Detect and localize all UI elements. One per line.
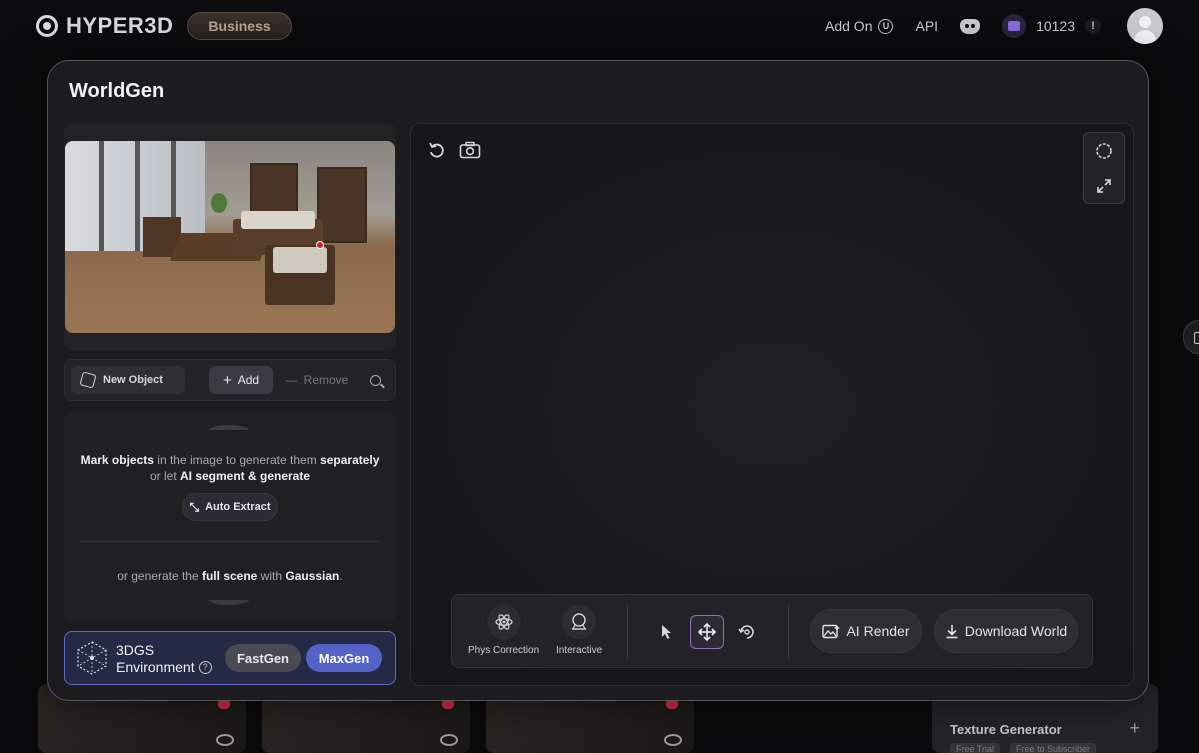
top-right-nav: Add On U API 10123 ! [825, 8, 1163, 44]
new-object-label: New Object [103, 374, 163, 386]
viewport-side-controls [1083, 132, 1125, 204]
auto-extract-button[interactable]: ⤡ Auto Extract [182, 493, 278, 521]
new-object-button[interactable]: New Object [71, 366, 185, 394]
interactive-tool[interactable]: Interactive [556, 605, 602, 656]
reset-icon[interactable] [427, 140, 447, 160]
divider [80, 541, 380, 542]
download-world-label: Download World [964, 623, 1068, 639]
orbit-button[interactable] [1084, 133, 1124, 168]
interactive-label: Interactive [556, 645, 603, 656]
tag: Free Trial [950, 743, 1001, 753]
gaussian-splat-icon [77, 641, 107, 675]
remove-label: Remove [303, 373, 349, 387]
add-on-label: Add On [825, 18, 873, 34]
eye-icon[interactable] [216, 734, 234, 746]
logo-icon [36, 15, 58, 37]
toolbar-divider [627, 605, 628, 659]
discord-icon[interactable] [960, 18, 981, 34]
image-icon [822, 624, 841, 638]
plus-icon: + [222, 371, 232, 389]
image-preview-panel [64, 123, 396, 351]
eye-icon[interactable] [440, 734, 458, 746]
texture-generator-label: Texture Generator [950, 722, 1062, 737]
atom-icon [494, 614, 513, 630]
modal-title: WorldGen [69, 80, 165, 102]
credits-value: 10123 [1036, 18, 1075, 34]
download-icon [946, 624, 958, 638]
expand-icon [1097, 178, 1111, 193]
ai-render-button[interactable]: AI Render [810, 609, 922, 653]
orbit-icon [1096, 142, 1112, 159]
maxgen-button[interactable]: MaxGen [306, 644, 382, 672]
plan-badge[interactable]: Business [187, 12, 292, 40]
move-tool[interactable] [690, 615, 724, 649]
wallet-icon [1002, 14, 1027, 38]
worldgen-modal: WorldGen New Object + Add — Remove Mark … [47, 60, 1149, 701]
credits-display[interactable]: 10123 ! [1002, 14, 1101, 38]
add-button[interactable]: + Add [209, 366, 273, 394]
magic-wand-icon: ⤡ [189, 499, 200, 514]
toolbar-divider [788, 605, 789, 659]
minus-icon: — [285, 373, 298, 387]
camera-icon[interactable] [459, 141, 481, 159]
download-world-button[interactable]: Download World [934, 609, 1078, 653]
avatar[interactable] [1127, 8, 1163, 44]
zoom-button[interactable] [361, 366, 389, 394]
unreal-icon: U [878, 18, 894, 34]
fastgen-button[interactable]: FastGen [225, 644, 301, 672]
zoom-icon [369, 374, 381, 386]
interactive-icon [572, 613, 587, 630]
auto-extract-label: Auto Extract [205, 501, 271, 513]
object-marker[interactable] [316, 241, 324, 249]
add-on-link[interactable]: Add On U [825, 18, 894, 34]
environment-subtitle: Environment ? [116, 659, 212, 675]
instructions-panel: Mark objects in the image to generate th… [64, 411, 396, 623]
environment-generator: 3DGS Environment ? FastGen MaxGen [64, 631, 396, 685]
environment-title: 3DGS [116, 642, 155, 658]
phys-correction-label: Phys Correction [468, 645, 540, 656]
alert-icon[interactable]: ! [1085, 18, 1101, 34]
brand-logo[interactable]: HYPER3D [36, 13, 173, 39]
fullscreen-button[interactable] [1084, 168, 1124, 203]
3d-viewport[interactable]: Phys Correction Interactive AI Render Do… [410, 123, 1134, 686]
cursor-icon [662, 625, 671, 639]
api-link[interactable]: API [915, 18, 938, 34]
select-tool[interactable] [650, 615, 684, 649]
chevron-up-icon[interactable] [209, 425, 249, 435]
rotate-tool[interactable] [730, 615, 764, 649]
viewport-toolbar: Phys Correction Interactive AI Render Do… [451, 594, 1093, 668]
object-toolbar: New Object + Add — Remove [64, 359, 396, 401]
instruction-line-1: Mark objects in the image to generate th… [80, 453, 380, 467]
cube-icon [79, 371, 97, 389]
tool-tags: Free Trial Free to Subscriber [950, 743, 1097, 753]
add-label: Add [237, 373, 260, 387]
tag: Free to Subscriber [1010, 743, 1097, 753]
plus-icon[interactable]: + [1129, 718, 1140, 739]
side-panel-tab[interactable] [1183, 320, 1199, 354]
instruction-line-3: or generate the full scene with Gaussian… [117, 569, 343, 583]
move-icon [697, 622, 717, 642]
chevron-down-icon[interactable] [209, 595, 249, 605]
ai-render-label: AI Render [846, 623, 910, 639]
remove-button[interactable]: — Remove [277, 366, 357, 394]
eye-icon[interactable] [664, 734, 682, 746]
source-image[interactable] [65, 141, 395, 333]
instruction-line-2: or let AI segment & generate [149, 469, 311, 483]
top-bar: HYPER3D Business Add On U API 10123 ! [0, 0, 1199, 52]
phys-correction-tool[interactable]: Phys Correction [468, 605, 539, 656]
rotate-icon [738, 625, 754, 639]
help-icon[interactable]: ? [198, 660, 212, 674]
brand-name: HYPER3D [66, 13, 174, 38]
